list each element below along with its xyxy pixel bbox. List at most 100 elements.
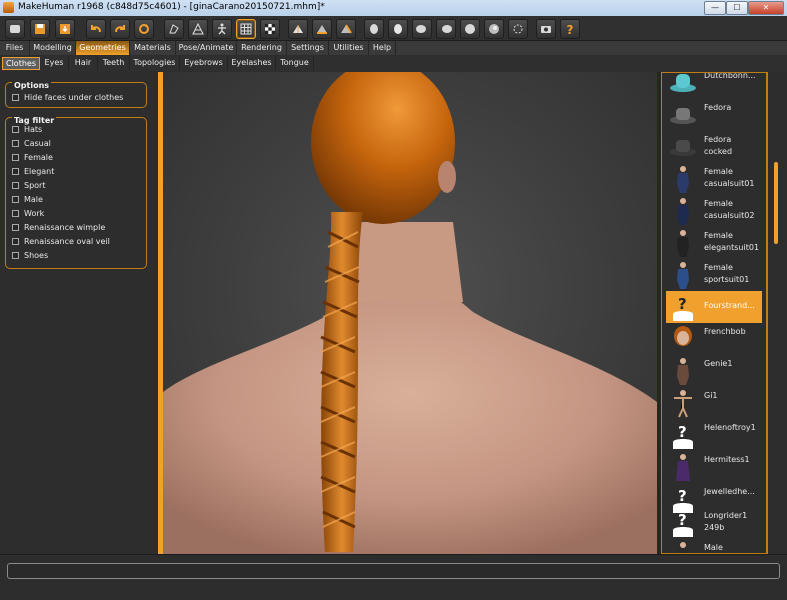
tag-checkbox-sport[interactable]: Sport <box>12 179 45 191</box>
tab-settings[interactable]: Settings <box>287 41 329 55</box>
top-view-icon[interactable] <box>412 19 432 39</box>
hat-thumbnail <box>670 74 696 92</box>
save-icon[interactable] <box>30 19 50 39</box>
right-view-icon[interactable] <box>388 19 408 39</box>
tab-files[interactable]: Files <box>0 41 30 55</box>
tab-modelling[interactable]: Modelling <box>30 41 76 55</box>
tab-utilities[interactable]: Utilities <box>329 41 369 55</box>
library-scrollbar[interactable] <box>767 72 784 554</box>
not-found-thumbnail: ? <box>673 423 693 449</box>
perspective-view-icon[interactable] <box>484 19 504 39</box>
checkbox-box[interactable] <box>12 251 19 259</box>
redo-icon[interactable] <box>110 19 130 39</box>
subtab-teeth[interactable]: Teeth <box>98 57 130 70</box>
reset-camera-icon[interactable] <box>508 19 528 39</box>
checker-icon[interactable] <box>260 19 280 39</box>
left-view-icon[interactable] <box>364 19 384 39</box>
maximize-button[interactable]: ☐ <box>726 1 748 15</box>
list-item[interactable]: Male <box>666 539 762 553</box>
tag-checkbox-shoes[interactable]: Shoes <box>12 249 48 261</box>
list-item[interactable]: Genie1 <box>666 355 762 387</box>
figure-thumbnail <box>677 198 689 225</box>
tab-rendering[interactable]: Rendering <box>237 41 287 55</box>
tab-pose-animate[interactable]: Pose/Animate <box>176 41 237 55</box>
subtab-clothes[interactable]: Clothes <box>2 57 40 70</box>
subtab-tongue[interactable]: Tongue <box>276 57 314 70</box>
scrollbar-thumb[interactable] <box>774 162 778 244</box>
list-item-label: Female casualsuit02 <box>704 199 755 220</box>
tag-label: Male <box>24 194 43 204</box>
3d-viewport[interactable] <box>163 72 657 554</box>
tag-label: Shoes <box>24 250 49 260</box>
side-view-icon[interactable] <box>336 19 356 39</box>
list-item-selected[interactable]: ? Fourstrand... <box>666 291 762 323</box>
not-found-thumbnail: ? <box>669 293 697 321</box>
list-item[interactable]: Fedora <box>666 99 762 131</box>
list-item[interactable]: Hermitess1 <box>666 451 762 483</box>
tag-checkbox-work[interactable]: Work <box>12 207 44 219</box>
list-item[interactable]: Dutchbonn... <box>666 73 762 99</box>
new-icon[interactable] <box>5 19 25 39</box>
bottom-view-icon[interactable] <box>436 19 456 39</box>
tag-checkbox-male[interactable]: Male <box>12 193 43 205</box>
checkbox-box[interactable] <box>12 223 19 231</box>
main-toolbar: ? <box>0 16 787 41</box>
figure-thumbnail <box>677 230 689 257</box>
tab-geometries[interactable]: Geometries <box>76 41 130 55</box>
tag-label: Sport <box>24 180 46 190</box>
tag-checkbox-casual[interactable]: Casual <box>12 137 51 149</box>
checkbox-box[interactable] <box>12 93 19 101</box>
reset-icon[interactable] <box>134 19 154 39</box>
subtab-eyes[interactable]: Eyes <box>40 57 69 70</box>
tag-label: Casual <box>24 138 51 148</box>
list-item[interactable]: Frenchbob <box>666 323 762 355</box>
tag-checkbox-renaissance-wimple[interactable]: Renaissance wimple <box>12 221 105 233</box>
wireframe-icon[interactable] <box>188 19 208 39</box>
options-group: Options Hide faces under clothes <box>5 81 147 108</box>
checkbox-box[interactable] <box>12 167 19 175</box>
list-item[interactable]: Female elegantsuit01 <box>666 227 762 259</box>
list-item[interactable]: Female casualsuit01 <box>666 163 762 195</box>
checkbox-box[interactable] <box>12 125 19 133</box>
screenshot-icon[interactable] <box>536 19 556 39</box>
checkbox-box[interactable] <box>12 195 19 203</box>
subtab-eyebrows[interactable]: Eyebrows <box>180 57 228 70</box>
orbit-view-icon[interactable] <box>460 19 480 39</box>
list-item[interactable]: Female sportsuit01 <box>666 259 762 291</box>
model-render[interactable] <box>163 72 657 554</box>
grid-icon[interactable] <box>236 19 256 39</box>
list-item[interactable]: Gi1 <box>666 387 762 419</box>
back-view-icon[interactable] <box>312 19 332 39</box>
checkbox-box[interactable] <box>12 237 19 245</box>
pose-icon[interactable] <box>212 19 232 39</box>
tag-checkbox-hats[interactable]: Hats <box>12 123 42 135</box>
tag-checkbox-female[interactable]: Female <box>12 151 53 163</box>
list-item[interactable]: Female casualsuit02 <box>666 195 762 227</box>
checkbox-box[interactable] <box>12 139 19 147</box>
checkbox-box[interactable] <box>12 181 19 189</box>
list-item[interactable]: Fedora cocked <box>666 131 762 163</box>
hat-thumbnail <box>670 108 696 124</box>
hat-thumbnail <box>670 140 696 156</box>
list-item[interactable]: ? Longrider1 249b <box>666 507 762 539</box>
tab-materials[interactable]: Materials <box>130 41 176 55</box>
checkbox-box[interactable] <box>12 209 19 217</box>
checkbox-box[interactable] <box>12 153 19 161</box>
tag-checkbox-elegant[interactable]: Elegant <box>12 165 54 177</box>
export-icon[interactable] <box>55 19 75 39</box>
subtab-hair[interactable]: Hair <box>69 57 98 70</box>
window-titlebar: MakeHuman r1968 (c848d75c4601) - [ginaCa… <box>0 0 787 16</box>
help-icon[interactable]: ? <box>560 19 580 39</box>
close-button[interactable]: ✕ <box>748 1 784 15</box>
subtab-eyelashes[interactable]: Eyelashes <box>228 57 276 70</box>
minimize-button[interactable]: — <box>704 1 726 15</box>
hide-faces-checkbox[interactable]: Hide faces under clothes <box>12 91 123 103</box>
subtab-topologies[interactable]: Topologies <box>130 57 180 70</box>
front-view-icon[interactable] <box>288 19 308 39</box>
smooth-icon[interactable] <box>164 19 184 39</box>
list-item[interactable]: ? Helenoftroy1 <box>666 419 762 451</box>
undo-icon[interactable] <box>86 19 106 39</box>
not-found-thumbnail: ? <box>673 511 693 537</box>
tab-help[interactable]: Help <box>369 41 396 55</box>
tag-checkbox-renaissance-oval-veil[interactable]: Renaissance oval veil <box>12 235 110 247</box>
